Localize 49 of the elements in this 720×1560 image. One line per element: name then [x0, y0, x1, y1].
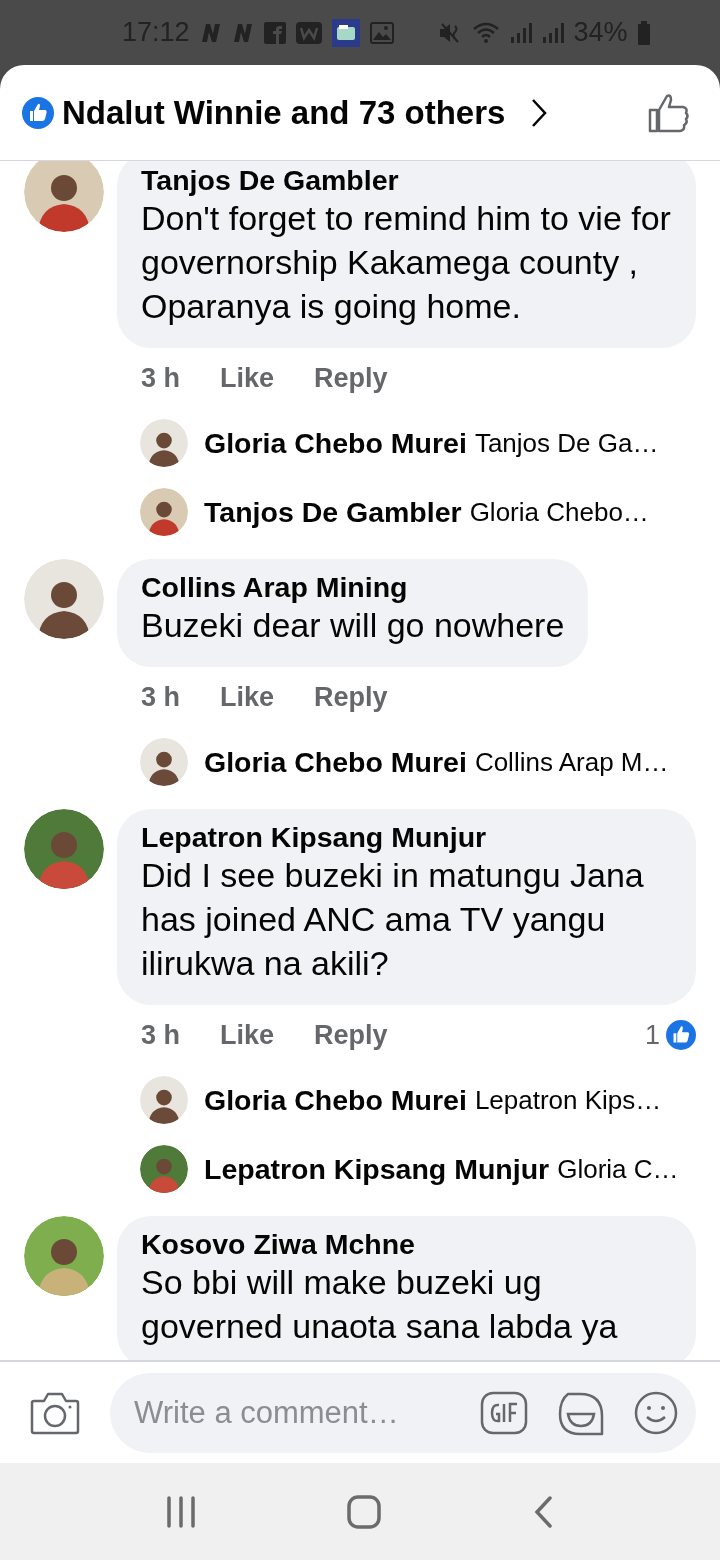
reply-preview: Collins Arap M…: [474, 745, 669, 779]
reply-link[interactable]: Reply: [314, 676, 388, 718]
notification-icon: [231, 21, 254, 44]
signal-icon: [541, 20, 564, 45]
comment-time: 3 h: [141, 1018, 180, 1052]
app-icon: [263, 21, 286, 44]
battery-icon: [637, 20, 650, 45]
reply-author[interactable]: Gloria Chebo Murei: [204, 1078, 467, 1122]
image-icon: [369, 21, 394, 44]
reply-preview: Tanjos De Ga…: [474, 426, 659, 460]
comment-text: Did I see buzeki in matungu Jana has joined ANC ama TV yangu ilirukwa na akili?: [141, 855, 645, 984]
wifi-icon: [471, 20, 500, 45]
like-reaction-icon: [666, 1020, 696, 1050]
like-reaction-icon: [22, 96, 54, 129]
reply-author[interactable]: Gloria Chebo Murei: [204, 421, 467, 465]
comment-input-field[interactable]: Write a comment…: [110, 1372, 696, 1453]
comment-author[interactable]: Kosovo Ziwa Mchne: [141, 1228, 672, 1260]
gif-icon[interactable]: [480, 1390, 528, 1435]
reply-link[interactable]: Reply: [314, 357, 388, 399]
reactions-summary[interactable]: Ndalut Winnie and 73 others: [62, 87, 506, 138]
back-icon[interactable]: [532, 1494, 555, 1529]
comment-author[interactable]: Collins Arap Mining: [141, 571, 565, 603]
comment-author[interactable]: Lepatron Kipsang Munjur: [141, 821, 672, 853]
reply-author[interactable]: Lepatron Kipsang Munjur: [204, 1147, 550, 1191]
comment-author[interactable]: Tanjos De Gambler: [141, 164, 672, 196]
reply-preview: Gloria Chebo…: [469, 495, 649, 529]
like-link[interactable]: Like: [220, 357, 275, 399]
signal-icon: [509, 20, 532, 45]
comment-time: 3 h: [141, 680, 180, 714]
recent-apps-icon[interactable]: [165, 1495, 196, 1528]
comment-text: Buzeki dear will go nowhere: [141, 605, 565, 646]
comment-time: 3 h: [141, 361, 180, 395]
comment-text: Don't forget to remind him to vie for governorship Kakamega county , Oparanya is going home.: [141, 198, 672, 327]
like-icon[interactable]: [648, 91, 690, 134]
like-link[interactable]: Like: [220, 676, 275, 718]
reply-preview: Lepatron Kips…: [474, 1083, 662, 1117]
reply-author[interactable]: Gloria Chebo Murei: [204, 740, 467, 784]
like-link[interactable]: Like: [220, 1014, 275, 1056]
reply-link[interactable]: Reply: [314, 1014, 388, 1056]
camera-icon[interactable]: [30, 1390, 80, 1435]
notification-icon: [199, 21, 222, 44]
home-icon[interactable]: [347, 1494, 381, 1529]
reply-preview: Gloria C…: [557, 1152, 679, 1186]
app-icon: [295, 21, 322, 44]
comment-text: So bbi will make buzeki ug governed unaota sana labda ya: [141, 1262, 619, 1347]
folder-icon: [331, 18, 360, 47]
reply-author[interactable]: Tanjos De Gambler: [204, 490, 462, 534]
reaction-count: 1: [644, 1018, 660, 1052]
emoji-icon[interactable]: [634, 1390, 678, 1435]
